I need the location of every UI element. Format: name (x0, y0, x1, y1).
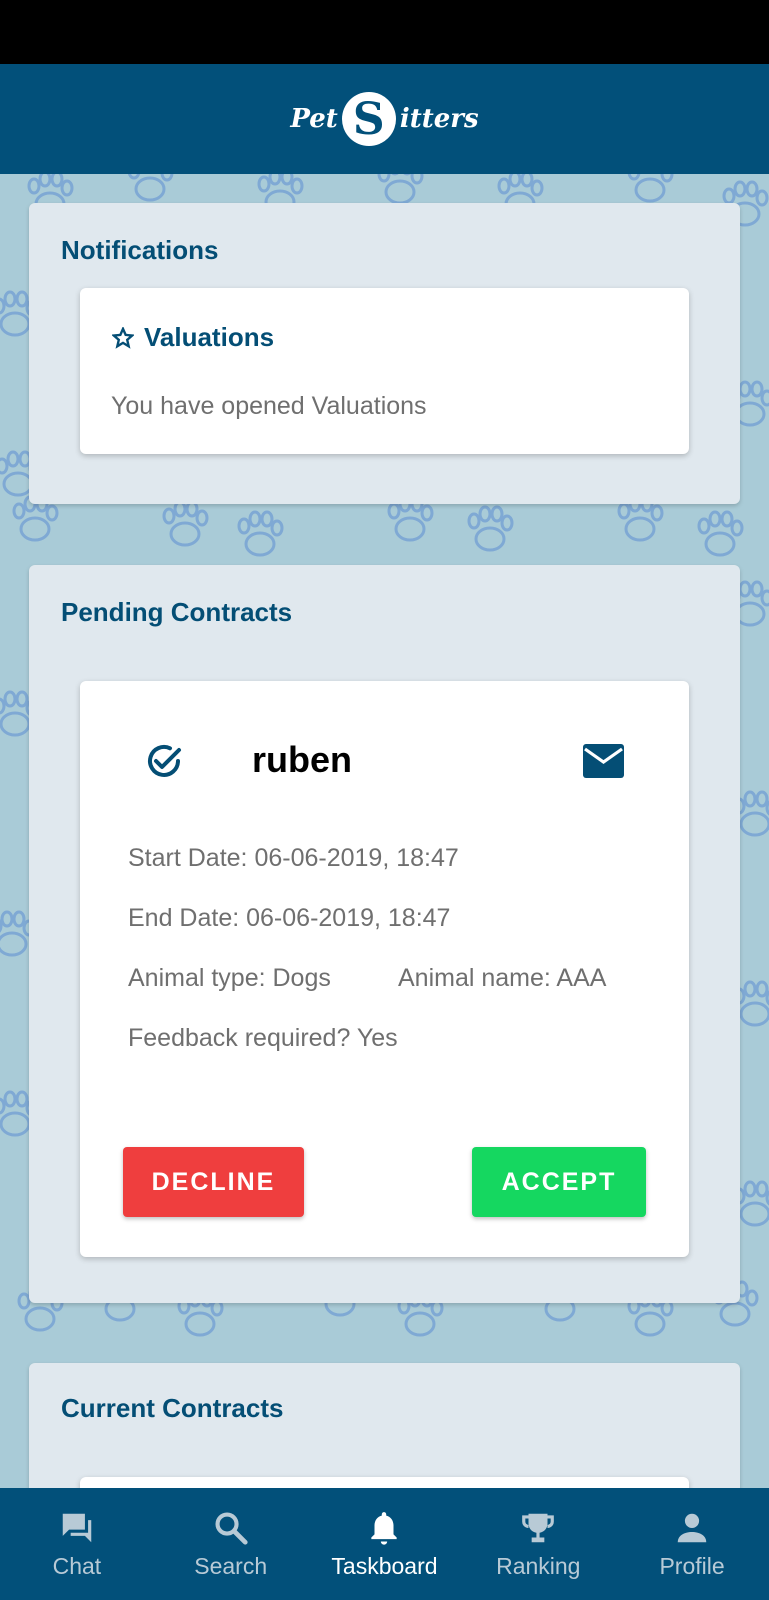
notifications-title: Notifications (61, 235, 219, 265)
nav-item-chat[interactable]: Chat (7, 1509, 147, 1580)
star-icon (112, 326, 134, 349)
bell-icon (371, 1511, 398, 1545)
pending-contracts-title: Pending Contracts (61, 597, 293, 627)
notification-card[interactable]: Valuations You have opened Valuations (80, 288, 689, 454)
nav-label-ranking: Ranking (496, 1552, 581, 1579)
app-logo: Pet S itters (290, 92, 479, 146)
logo-badge: S (341, 92, 396, 146)
bottom-navigation: Chat Search Taskboard Ranking Profile (0, 1488, 769, 1600)
nav-item-search[interactable]: Search (161, 1509, 301, 1580)
logo-text-suffix: itters (399, 104, 479, 134)
decline-button[interactable]: DECLINE (123, 1147, 304, 1217)
app-header: Pet S itters (0, 64, 769, 174)
contract-card: ruben Start Date: 06-06-2019, 18:47 End … (80, 681, 689, 1257)
nav-label-chat: Chat (52, 1552, 102, 1579)
mail-icon[interactable] (582, 743, 625, 779)
notifications-panel: Notifications Valuations You have opened… (29, 203, 740, 504)
trophy-icon (522, 1513, 555, 1542)
contract-animal-type: Animal type: Dogs (128, 964, 331, 992)
nav-item-profile[interactable]: Profile (622, 1509, 762, 1580)
nav-label-taskboard: Taskboard (331, 1552, 438, 1579)
current-contracts-title: Current Contracts (61, 1393, 284, 1423)
person-icon (677, 1513, 707, 1542)
chat-icon (62, 1513, 92, 1542)
notification-header: Valuations (112, 322, 274, 353)
check-circle-icon (148, 744, 181, 777)
search-icon (215, 1511, 248, 1545)
contract-start-date: Start Date: 06-06-2019, 18:47 (128, 844, 459, 872)
nav-item-taskboard[interactable]: Taskboard (314, 1509, 454, 1580)
nav-label-search: Search (194, 1552, 268, 1579)
nav-label-profile: Profile (659, 1552, 725, 1579)
nav-item-ranking[interactable]: Ranking (468, 1509, 608, 1580)
notification-title: Valuations (144, 322, 275, 352)
contract-end-date: End Date: 06-06-2019, 18:47 (128, 904, 451, 932)
contract-user-name: ruben (252, 739, 353, 780)
notification-message: You have opened Valuations (111, 392, 427, 420)
accept-button[interactable]: ACCEPT (472, 1147, 646, 1217)
status-bar (0, 0, 769, 64)
contract-animal-name: Animal name: AAA (398, 964, 607, 992)
pending-contracts-panel: Pending Contracts ruben Start Date: 06-0… (29, 565, 740, 1303)
logo-text-prefix: Pet (290, 104, 338, 134)
contract-feedback-required: Feedback required? Yes (128, 1024, 398, 1052)
